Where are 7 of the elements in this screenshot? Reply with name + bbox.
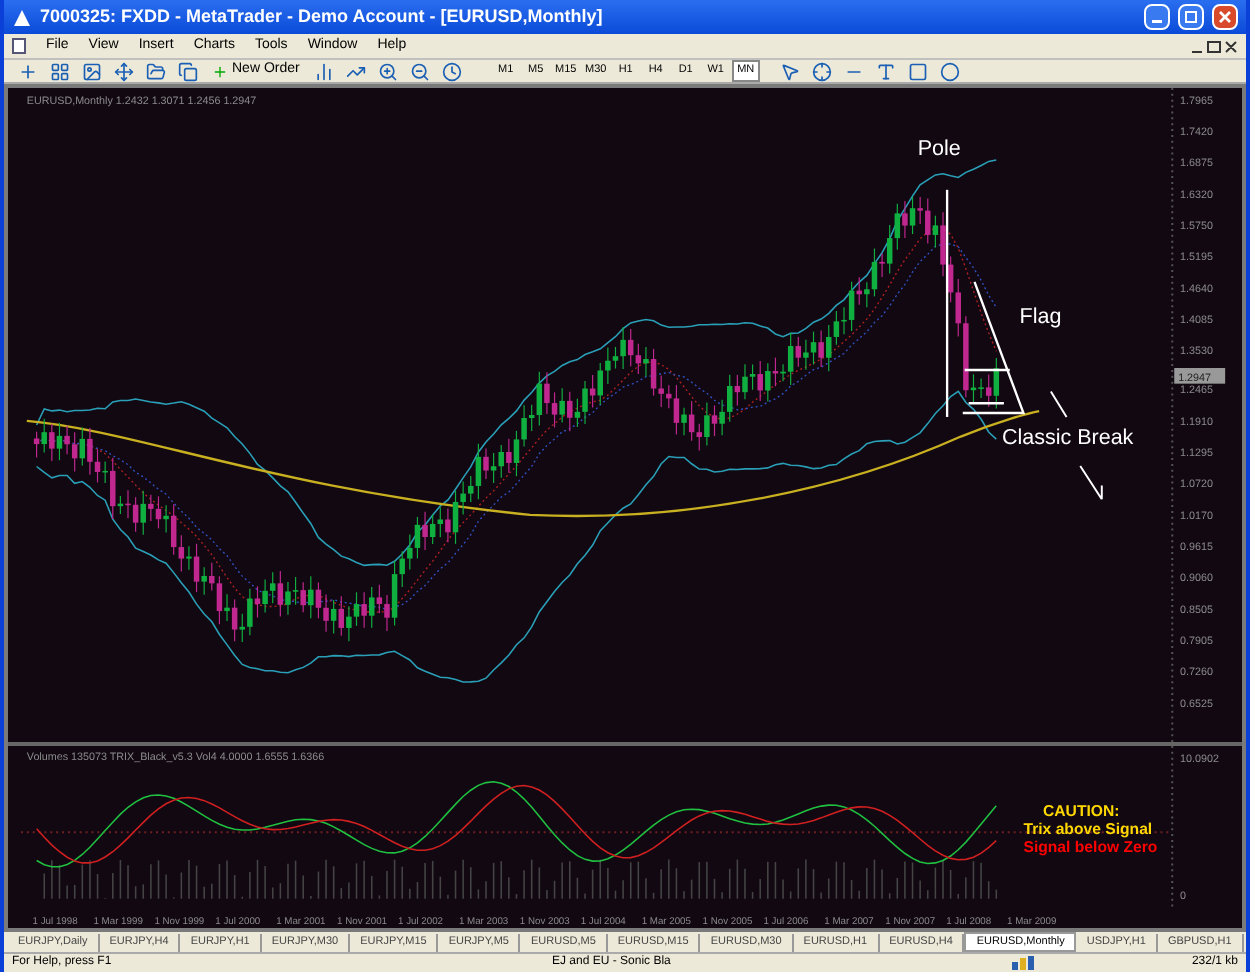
classic-break-label: Classic Break [1001,426,1134,451]
pole-label: Pole [917,136,961,161]
caution-note: Signal below Zero [1023,837,1158,856]
flag-label: Flag [1019,304,1062,329]
window-title: 7000325: FXDD - MetaTrader - Demo Account - [EURUSD,Monthly] [40,3,605,30]
caution-note: Trix above Signal [1023,820,1153,838]
caution-note: CAUTION: [1043,802,1120,821]
